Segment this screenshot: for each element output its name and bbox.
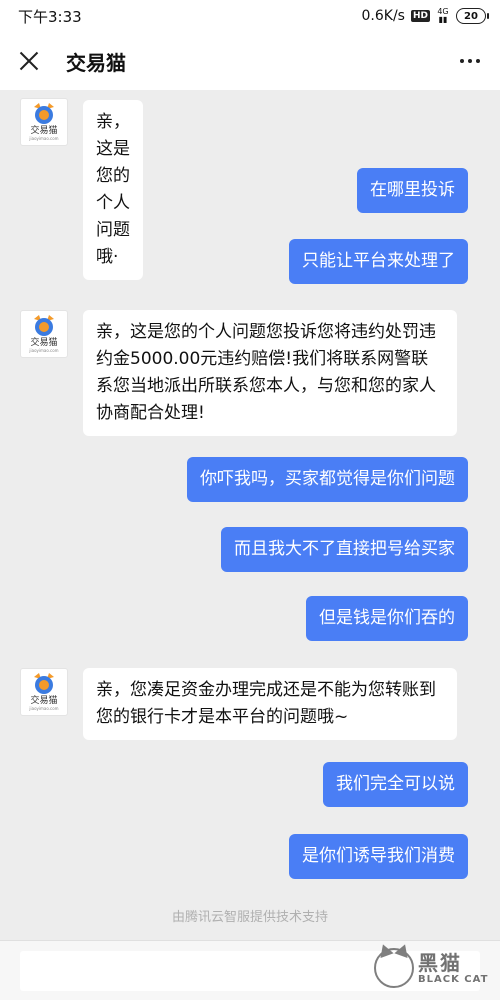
avatar-label: 交易猫 [30,338,58,348]
watermark-en: BLACK CAT [418,973,489,985]
avatar-sublabel: jiaoyimao.com [29,348,59,353]
message-bubble-user: 是你们诱导我们消费 [289,834,468,879]
chat-area[interactable]: 交易猫 jiaoyimao.com 亲，这是您的个人问题哦· 在哪里投诉 只能让… [0,90,500,940]
message-bubble-user: 你吓我吗，买家都觉得是你们问题 [187,457,468,502]
avatar-label: 交易猫 [30,126,58,136]
message-bubble-user: 但是钱是你们吞的 [306,596,468,641]
message-bubble-agent: 亲，这是您的个人问题您投诉您将违约处罚违约金5000.00元违约赔偿!我们将联系… [83,310,457,436]
more-dot-icon [476,59,480,63]
status-bar: 下午3:33 0.6K/s HD 4G ▮▮ 20 [0,0,500,32]
hd-icon: HD [410,10,430,22]
avatar-sublabel: jiaoyimao.com [29,706,59,711]
watermark-logo: 黑猫 BLACK CAT [374,942,492,994]
message-bubble-user: 我们完全可以说 [323,762,468,807]
more-dot-icon [460,59,464,63]
signal-icon: 4G ▮▮ [437,7,449,24]
network-type: 4G [437,7,449,16]
avatar-label: 交易猫 [30,696,58,706]
powered-by-note: 由腾讯云智服提供技术支持 [171,910,328,925]
watermark-text: 黑猫 BLACK CAT [418,952,488,985]
avatar[interactable]: 交易猫 jiaoyimao.com [20,668,68,716]
status-time: 下午3:33 [18,7,82,26]
title-bar: 交易猫 [0,32,500,90]
message-bubble-user: 在哪里投诉 [357,168,468,213]
more-options-button[interactable] [456,51,484,71]
network-speed: 0.6K/s [361,8,405,24]
avatar-sublabel: jiaoyimao.com [29,136,59,141]
battery-icon: 20 [456,8,489,24]
message-bubble-agent: 亲，您凑足资金办理完成还是不能为您转账到您的银行卡才是本平台的问题哦~ [83,668,457,740]
avatar[interactable]: 交易猫 jiaoyimao.com [20,98,68,146]
avatar[interactable]: 交易猫 jiaoyimao.com [20,310,68,358]
page-title: 交易猫 [66,50,126,75]
message-bubble-agent: 亲，这是您的个人问题哦· [83,100,143,280]
jiaoyimao-logo-icon [34,673,54,694]
watermark-cn: 黑猫 [418,950,462,975]
message-bubble-user: 而且我大不了直接把号给买家 [221,527,468,572]
message-bubble-user: 只能让平台来处理了 [289,239,468,284]
jiaoyimao-logo-icon [34,315,54,336]
jiaoyimao-logo-icon [34,103,54,124]
close-icon[interactable] [16,48,42,74]
input-bar: 黑猫 BLACK CAT [0,940,500,1000]
battery-level: 20 [464,10,478,22]
status-indicators: 0.6K/s HD 4G ▮▮ 20 [361,7,489,24]
more-dot-icon [468,59,472,63]
black-cat-icon [374,948,414,988]
